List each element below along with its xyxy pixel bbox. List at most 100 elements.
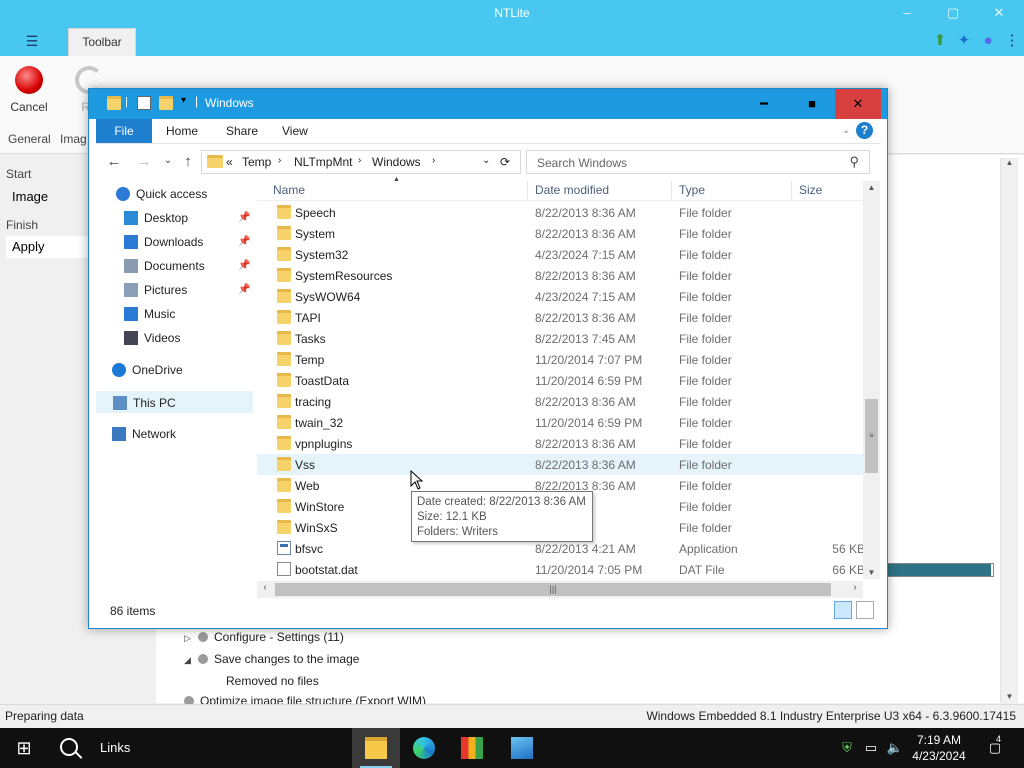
tab-toolbar[interactable]: Toolbar [68, 28, 136, 56]
expand-ribbon-icon[interactable]: ⌄ [842, 119, 850, 143]
hamburger-icon[interactable]: ☰ [18, 28, 46, 56]
ntlite-maximize-button[interactable]: ▢ [930, 0, 976, 28]
clock[interactable]: 7:19 AM 4/23/2024 [902, 732, 976, 764]
scroll-up-arrow-icon[interactable]: ▲ [863, 183, 880, 192]
scroll-right-arrow-icon[interactable]: › [847, 582, 863, 593]
ntlite-close-button[interactable]: ✕ [976, 0, 1022, 28]
nav-item-desktop[interactable]: Desktop 📌 [96, 207, 253, 229]
forward-arrow-icon[interactable]: → [134, 153, 154, 170]
breadcrumb-item[interactable]: NLTmpMnt [294, 155, 352, 169]
nav-item-videos[interactable]: Videos [96, 327, 253, 349]
tab-share[interactable]: Share [226, 119, 258, 143]
table-row[interactable]: TAPI 8/22/2013 8:36 AM File folder [257, 307, 863, 328]
table-row[interactable]: vpnplugins 8/22/2013 8:36 AM File folder [257, 433, 863, 454]
scroll-down-arrow-icon[interactable]: ▼ [1001, 692, 1018, 701]
discord-icon[interactable]: ● [978, 31, 998, 51]
column-header-name[interactable]: Name [273, 183, 305, 197]
table-row[interactable]: ToastData 11/20/2014 6:59 PM File folder [257, 370, 863, 391]
nav-item-network[interactable]: Network [96, 423, 253, 445]
update-arrow-icon[interactable]: ⬆ [930, 31, 950, 51]
taskbar-search[interactable]: Links [52, 732, 142, 764]
address-dropdown-icon[interactable]: ⌄ [482, 155, 490, 166]
column-header-size[interactable]: Size [799, 183, 822, 197]
scroll-left-arrow-icon[interactable]: ‹ [257, 582, 273, 593]
back-arrow-icon[interactable]: ← [104, 153, 124, 170]
close-button[interactable]: ✕ [835, 89, 881, 119]
expand-arrow-icon[interactable]: ▷ [184, 633, 198, 644]
pin-icon[interactable]: 📌 [238, 279, 250, 301]
table-row[interactable]: Temp 11/20/2014 7:07 PM File folder [257, 349, 863, 370]
nav-item-downloads[interactable]: Downloads 📌 [96, 231, 253, 253]
ntlite-taskbar-button[interactable] [448, 728, 496, 768]
network-tray-icon[interactable]: ▭ [860, 728, 882, 768]
edge-taskbar-button[interactable] [400, 728, 448, 768]
chevron-right-icon[interactable]: › [432, 155, 435, 166]
vertical-scrollbar[interactable]: ▲ ≡ ▼ [863, 181, 880, 579]
minimize-button[interactable]: ━ [741, 89, 787, 119]
folder-icon [277, 436, 291, 450]
horizontal-scrollbar[interactable]: ‹ ||| › [257, 581, 863, 598]
search-input[interactable]: Search Windows ⚲ [526, 150, 870, 174]
pin-icon[interactable]: 📌 [238, 207, 250, 229]
chevron-right-icon[interactable]: › [278, 155, 281, 166]
table-row[interactable]: Tasks 8/22/2013 7:45 AM File folder [257, 328, 863, 349]
tab-home[interactable]: Home [166, 119, 198, 143]
breadcrumb-item[interactable]: Windows [372, 155, 421, 169]
column-header-date[interactable]: Date modified [535, 183, 609, 197]
address-bar[interactable]: « Temp › NLTmpMnt › Windows › ⌄ ⟳ [201, 150, 521, 174]
chevron-right-icon[interactable]: › [358, 155, 361, 166]
photos-taskbar-button[interactable] [498, 728, 546, 768]
breadcrumb-overflow[interactable]: « [226, 155, 233, 169]
table-row[interactable]: Speech 8/22/2013 8:36 AM File folder [257, 202, 863, 223]
nav-item-pictures[interactable]: Pictures 📌 [96, 279, 253, 301]
table-row[interactable]: System 8/22/2013 8:36 AM File folder [257, 223, 863, 244]
help-icon[interactable]: ? [856, 122, 873, 139]
table-row[interactable]: tracing 8/22/2013 8:36 AM File folder [257, 391, 863, 412]
horizontal-scroll-thumb[interactable]: ||| [275, 583, 831, 596]
column-header-type[interactable]: Type [679, 183, 705, 197]
table-row[interactable]: bootstat.dat 11/20/2014 7:05 PM DAT File 66… [257, 559, 865, 580]
task-item[interactable]: ▷ Configure - Settings (11) [184, 630, 344, 644]
security-shield-icon[interactable]: ⛨ [836, 728, 858, 768]
customize-toolbar-icon[interactable]: ▾ [181, 95, 186, 106]
nav-item-documents[interactable]: Documents 📌 [96, 255, 253, 277]
task-item[interactable]: ◢ Save changes to the image [184, 652, 359, 666]
collapse-arrow-icon[interactable]: ◢ [184, 655, 198, 666]
more-icon[interactable]: ⋮ [1002, 31, 1022, 51]
search-icon[interactable]: ⚲ [849, 154, 859, 170]
maximize-button[interactable]: ■ [789, 89, 835, 119]
cancel-button[interactable]: Cancel [0, 62, 58, 122]
nav-item-onedrive[interactable]: OneDrive [96, 359, 253, 381]
nav-item-quick-access[interactable]: Quick access [96, 183, 253, 205]
properties-icon[interactable] [137, 96, 151, 110]
tab-file[interactable]: File [96, 119, 152, 143]
nav-item-music[interactable]: Music [96, 303, 253, 325]
scroll-up-arrow-icon[interactable]: ▲ [1001, 158, 1018, 167]
breadcrumb-item[interactable]: Temp [242, 155, 271, 169]
pin-icon[interactable]: 📌 [238, 255, 250, 277]
recent-locations-icon[interactable]: ⌄ [158, 155, 178, 166]
twitter-icon[interactable]: ✦ [954, 31, 974, 51]
table-row[interactable]: twain_32 11/20/2014 6:59 PM File folder [257, 412, 863, 433]
tab-view[interactable]: View [282, 119, 308, 143]
table-row[interactable]: SystemResources 8/22/2013 8:36 AM File fol… [257, 265, 863, 286]
file-explorer-taskbar-button[interactable] [352, 728, 400, 768]
up-arrow-icon[interactable]: ↑ [178, 153, 198, 170]
nav-item-this-pc[interactable]: This PC [96, 391, 253, 413]
table-row[interactable]: Vss 8/22/2013 8:36 AM File folder [257, 454, 863, 475]
ntlite-vertical-scrollbar[interactable]: ▲ ▼ [1000, 158, 1018, 703]
large-icons-view-icon[interactable] [856, 601, 874, 619]
scroll-down-arrow-icon[interactable]: ▼ [863, 568, 880, 577]
task-item[interactable]: Optimize image file structure (Export WI… [184, 696, 426, 704]
table-row[interactable]: System32 4/23/2024 7:15 AM File folder [257, 244, 863, 265]
details-view-icon[interactable] [834, 601, 852, 619]
notification-center-icon[interactable]: ▢ 4 [982, 728, 1008, 768]
vertical-scroll-thumb[interactable]: ≡ [865, 399, 878, 473]
new-folder-icon[interactable] [159, 96, 173, 110]
table-row[interactable]: SysWOW64 4/23/2024 7:15 AM File folder [257, 286, 863, 307]
ntlite-minimize-button[interactable]: – [884, 0, 930, 28]
explorer-title-bar[interactable]: | ▾ | Windows ━ ■ ✕ [89, 89, 887, 119]
pin-icon[interactable]: 📌 [238, 231, 250, 253]
start-button[interactable]: ⊞ [6, 734, 42, 762]
refresh-icon[interactable]: ⟳ [500, 155, 510, 169]
